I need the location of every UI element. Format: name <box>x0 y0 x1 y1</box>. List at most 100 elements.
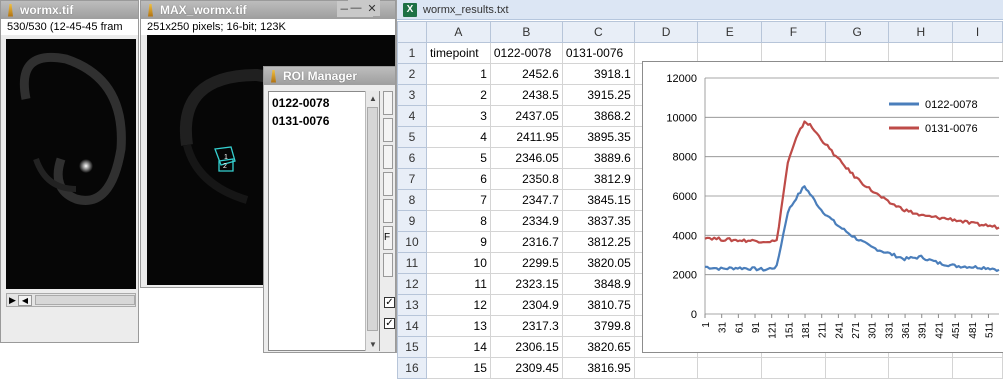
table-cell[interactable]: 4 <box>425 126 491 148</box>
table-cell[interactable]: 3915.25 <box>561 84 635 106</box>
table-cell[interactable] <box>697 357 763 379</box>
microscopy-image[interactable] <box>6 39 136 289</box>
table-cell[interactable]: 0131-0076 <box>561 42 635 64</box>
roi-manager-window[interactable]: ROI Manager 0122-0078 0131-0076 ▲ ▼ F ✓ … <box>263 66 396 353</box>
roi-list[interactable]: 0122-0078 0131-0076 <box>268 91 380 351</box>
table-cell[interactable]: 2 <box>425 84 491 106</box>
roi-list-item[interactable]: 0131-0076 <box>272 112 376 130</box>
roi-button[interactable] <box>383 199 393 223</box>
column-header[interactable]: A <box>425 21 491 43</box>
table-cell[interactable]: 3845.15 <box>561 189 635 211</box>
table-cell[interactable]: 6 <box>425 168 491 190</box>
row-header[interactable]: 4 <box>397 105 427 127</box>
scrollbar-thumb[interactable] <box>367 107 378 331</box>
close-icon[interactable]: ✕ <box>364 0 380 16</box>
table-cell[interactable]: 9 <box>425 231 491 253</box>
table-cell[interactable]: 2437.05 <box>489 105 563 127</box>
table-cell[interactable]: 3810.75 <box>561 294 635 316</box>
table-cell[interactable]: 3848.9 <box>561 273 635 295</box>
scroll-left-icon[interactable]: ◀ <box>17 294 33 306</box>
row-header[interactable]: 11 <box>397 252 427 274</box>
row-header[interactable]: 6 <box>397 147 427 169</box>
row-header[interactable]: 15 <box>397 336 427 358</box>
table-cell[interactable]: 3799.8 <box>561 315 635 337</box>
select-all-corner[interactable] <box>397 21 427 43</box>
roi-button[interactable] <box>383 91 393 115</box>
table-cell[interactable]: 2317.3 <box>489 315 563 337</box>
roi-button[interactable] <box>383 118 393 142</box>
table-cell[interactable]: 10 <box>425 252 491 274</box>
column-header[interactable]: E <box>697 21 763 43</box>
row-header[interactable]: 9 <box>397 210 427 232</box>
table-cell[interactable]: 3820.65 <box>561 336 635 358</box>
table-cell[interactable]: 3812.25 <box>561 231 635 253</box>
table-cell[interactable] <box>952 357 1003 379</box>
roi-manager-titlebar[interactable]: ROI Manager <box>264 67 395 85</box>
row-header[interactable]: 3 <box>397 84 427 106</box>
roi-button[interactable]: F <box>383 226 393 250</box>
row-header[interactable]: 16 <box>397 357 427 379</box>
column-header[interactable]: F <box>761 21 826 43</box>
roi-button[interactable] <box>383 145 393 169</box>
minimize-icon[interactable]: — <box>348 0 364 16</box>
play-icon[interactable]: ▶ <box>7 295 18 306</box>
column-header[interactable]: D <box>633 21 699 43</box>
table-cell[interactable]: 3918.1 <box>561 63 635 85</box>
table-cell[interactable]: 3895.35 <box>561 126 635 148</box>
table-cell[interactable]: 0122-0078 <box>489 42 563 64</box>
table-cell[interactable]: 2438.5 <box>489 84 563 106</box>
column-header[interactable]: C <box>561 21 635 43</box>
table-cell[interactable]: 5 <box>425 147 491 169</box>
table-cell[interactable]: 2323.15 <box>489 273 563 295</box>
show-all-checkbox[interactable]: ✓ <box>384 297 395 308</box>
table-cell[interactable]: 8 <box>425 210 491 232</box>
scroll-up-icon[interactable]: ▲ <box>366 91 380 105</box>
column-header[interactable]: I <box>952 21 1003 43</box>
image-window-titlebar[interactable]: wormx.tif <box>1 1 138 19</box>
table-cell[interactable]: 2334.9 <box>489 210 563 232</box>
row-header[interactable]: 1 <box>397 42 427 64</box>
row-header[interactable]: 13 <box>397 294 427 316</box>
table-cell[interactable]: 2411.95 <box>489 126 563 148</box>
roi-list-item[interactable]: 0122-0078 <box>272 94 376 112</box>
roi-button[interactable] <box>383 172 393 196</box>
table-cell[interactable]: 2452.6 <box>489 63 563 85</box>
table-cell[interactable]: 2346.05 <box>489 147 563 169</box>
line-chart[interactable]: 0 2000 4000 6000 8000 10000 12000 1 31 61 91 121 151… <box>642 61 1003 353</box>
table-cell[interactable]: 2347.7 <box>489 189 563 211</box>
excel-window[interactable]: X wormx_results.txt A B C D E F G H I 1 … <box>396 0 1003 379</box>
table-cell[interactable] <box>761 357 826 379</box>
table-cell[interactable]: 2306.15 <box>489 336 563 358</box>
table-cell[interactable]: 2309.45 <box>489 357 563 379</box>
image-window-wormx[interactable]: wormx.tif 530/530 (12-45-45 fram ▶ ◀ <box>0 0 139 343</box>
row-header[interactable]: 8 <box>397 189 427 211</box>
stack-slider[interactable]: ▶ ◀ <box>6 293 136 307</box>
table-cell[interactable]: 7 <box>425 189 491 211</box>
table-cell[interactable]: 3816.95 <box>561 357 635 379</box>
table-cell[interactable]: 2350.8 <box>489 168 563 190</box>
table-cell[interactable]: 15 <box>425 357 491 379</box>
row-header[interactable]: 5 <box>397 126 427 148</box>
table-cell[interactable] <box>824 357 890 379</box>
row-header[interactable]: 14 <box>397 315 427 337</box>
row-header[interactable]: 2 <box>397 63 427 85</box>
excel-titlebar[interactable]: X wormx_results.txt <box>397 0 1003 20</box>
labels-checkbox[interactable]: ✓ <box>384 318 395 329</box>
scroll-down-icon[interactable]: ▼ <box>366 337 380 351</box>
table-cell[interactable]: 11 <box>425 273 491 295</box>
table-cell[interactable]: 1 <box>425 63 491 85</box>
table-cell[interactable]: 3 <box>425 105 491 127</box>
table-cell[interactable]: 3889.6 <box>561 147 635 169</box>
roi-list-scrollbar[interactable]: ▲ ▼ <box>365 91 379 351</box>
table-cell[interactable]: 2299.5 <box>489 252 563 274</box>
table-cell[interactable]: 13 <box>425 315 491 337</box>
table-cell[interactable]: 14 <box>425 336 491 358</box>
table-cell[interactable]: 3868.2 <box>561 105 635 127</box>
column-header[interactable]: G <box>824 21 890 43</box>
row-header[interactable]: 10 <box>397 231 427 253</box>
table-cell[interactable]: 2304.9 <box>489 294 563 316</box>
table-cell[interactable]: timepoint <box>425 42 491 64</box>
table-cell[interactable]: 12 <box>425 294 491 316</box>
column-header[interactable]: B <box>489 21 563 43</box>
column-header[interactable]: H <box>888 21 954 43</box>
